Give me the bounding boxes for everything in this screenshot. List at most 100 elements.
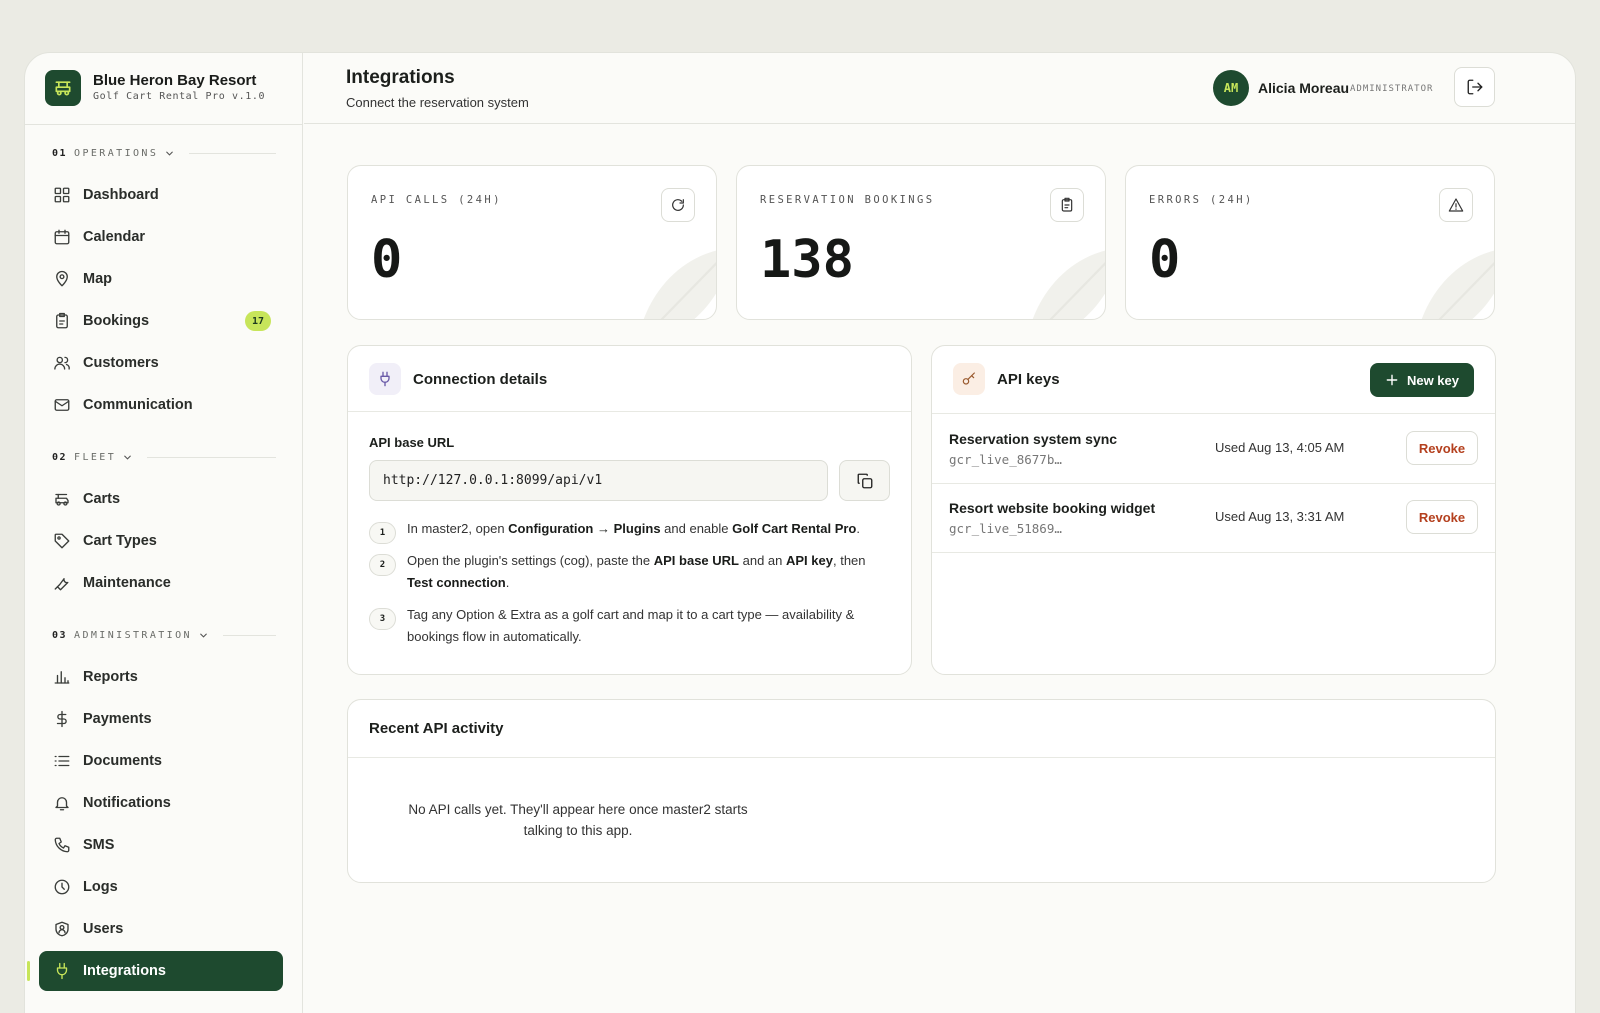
leaf-watermark [1421, 250, 1494, 319]
map-pin-icon [53, 270, 71, 288]
stat-label: ERRORS (24H) [1149, 194, 1254, 206]
sidebar-item-notifications[interactable]: Notifications [39, 783, 283, 823]
nav-section-fleet[interactable]: 02 FLEET [52, 450, 276, 464]
logout-icon [1466, 78, 1484, 96]
sidebar-item-label: SMS [83, 837, 115, 853]
section-label: ADMINISTRATION [74, 629, 192, 641]
step-text: Tag any Option & Extra as a golf cart an… [407, 604, 877, 648]
app-window: Blue Heron Bay Resort Golf Cart Rental P… [24, 52, 1576, 1013]
plug-icon [53, 962, 71, 980]
sidebar-item-label: Bookings [83, 313, 150, 329]
stat-value: 0 [371, 230, 403, 290]
sidebar-item-logs[interactable]: Logs [39, 867, 283, 907]
sidebar-item-label: Carts [83, 491, 121, 507]
copy-url-button[interactable] [839, 460, 890, 501]
step-text-part: Open the plugin's settings (cog), paste … [407, 553, 654, 568]
section-number: 03 [52, 629, 68, 641]
dashboard-icon [53, 186, 71, 204]
recent-activity-card: Recent API activity No API calls yet. Th… [347, 699, 1496, 883]
step-text-part: and an [739, 553, 786, 568]
sidebar-item-dashboard[interactable]: Dashboard [39, 175, 283, 215]
active-indicator [27, 961, 30, 981]
nav-section-operations[interactable]: 01 OPERATIONS [52, 146, 276, 160]
sidebar-item-users[interactable]: Users [39, 909, 283, 949]
api-key-row: Resort website booking widget gcr_live_51… [932, 483, 1495, 553]
step-text-part: , then [832, 553, 866, 568]
api-key-id: gcr_live_8677b… [949, 452, 1062, 467]
sidebar-item-label: Dashboard [83, 187, 159, 203]
sidebar-item-map[interactable]: Map [39, 259, 283, 299]
brand-name: Blue Heron Bay Resort [93, 72, 257, 89]
api-key-row: Reservation system sync gcr_live_8677b… Us… [932, 414, 1495, 484]
connection-card-title: Connection details [413, 371, 548, 388]
logout-button[interactable] [1454, 67, 1495, 107]
sidebar-item-reports[interactable]: Reports [39, 657, 283, 697]
step-number: 2 [369, 554, 396, 576]
sidebar-item-calendar[interactable]: Calendar [39, 217, 283, 257]
sidebar-item-label: Cart Types [83, 533, 157, 549]
empty-state-text: No API calls yet. They'll appear here on… [408, 802, 748, 838]
api-url-field[interactable]: http://127.0.0.1:8099/api/v1 [369, 460, 828, 501]
sidebar-item-label: Documents [83, 753, 162, 769]
sidebar-item-sms[interactable]: SMS [39, 825, 283, 865]
sidebar-item-label: Reports [83, 669, 138, 685]
calendar-icon [53, 228, 71, 246]
clipboard-icon [1050, 188, 1084, 222]
brand-subtitle: Golf Cart Rental Pro v.1.0 [93, 91, 266, 102]
section-number: 02 [52, 451, 68, 463]
sidebar-item-payments[interactable]: Payments [39, 699, 283, 739]
step-text-part: Tag any Option & Extra as a golf cart an… [407, 607, 855, 644]
user-role: ADMINISTRATOR [1350, 84, 1434, 94]
new-key-button[interactable]: New key [1370, 363, 1474, 397]
step-text: Open the plugin's settings (cog), paste … [407, 550, 877, 594]
sidebar-item-label: Logs [83, 879, 118, 895]
sidebar-item-integrations[interactable]: Integrations [39, 951, 283, 991]
list-icon [53, 752, 71, 770]
page-title: Integrations [346, 67, 455, 88]
sidebar-item-label: Map [83, 271, 112, 287]
step-text-part: API base URL [653, 553, 739, 568]
sidebar-item-maintenance[interactable]: Maintenance [39, 563, 283, 603]
step-text-part: Test connection [407, 575, 506, 590]
stat-card-api-calls: API CALLS (24H) 0 [347, 165, 717, 320]
step-text-part: . [856, 521, 861, 536]
activity-title: Recent API activity [369, 720, 504, 737]
section-label: FLEET [74, 451, 117, 463]
revoke-button[interactable]: Revoke [1406, 431, 1478, 465]
brand-header: Blue Heron Bay Resort Golf Cart Rental P… [25, 53, 302, 125]
sidebar-item-label: Integrations [83, 963, 166, 979]
warning-icon [1439, 188, 1473, 222]
sidebar-item-communication[interactable]: Communication [39, 385, 283, 425]
sidebar-item-bookings[interactable]: Bookings 17 [39, 301, 283, 341]
stat-value: 0 [1149, 230, 1181, 290]
page-subtitle: Connect the reservation system [346, 95, 529, 110]
api-key-name: Reservation system sync [949, 431, 1118, 447]
api-key-last-used: Used Aug 13, 4:05 AM [1215, 440, 1345, 455]
sidebar-item-documents[interactable]: Documents [39, 741, 283, 781]
tag-icon [53, 532, 71, 550]
revoke-button[interactable]: Revoke [1406, 500, 1478, 534]
stat-card-errors: ERRORS (24H) 0 [1125, 165, 1495, 320]
sidebar-item-label: Notifications [83, 795, 171, 811]
sidebar-item-label: Payments [83, 711, 152, 727]
chevron-down-icon [122, 452, 133, 463]
bar-chart-icon [53, 668, 71, 686]
stat-value: 138 [760, 230, 854, 290]
sidebar-item-cart-types[interactable]: Cart Types [39, 521, 283, 561]
user-name: Alicia Moreau [1258, 80, 1350, 96]
sidebar-item-label: Communication [83, 397, 193, 413]
nav-section-administration[interactable]: 03 ADMINISTRATION [52, 628, 276, 642]
api-keys-card: API keys New key Reservation system sync… [931, 345, 1496, 675]
sidebar-item-label: Users [83, 921, 124, 937]
shield-user-icon [53, 920, 71, 938]
stat-label: API CALLS (24H) [371, 194, 502, 206]
phone-icon [53, 836, 71, 854]
clock-icon [53, 878, 71, 896]
api-key-name: Resort website booking widget [949, 500, 1156, 516]
sidebar-item-customers[interactable]: Customers [39, 343, 283, 383]
api-keys-title: API keys [997, 371, 1060, 388]
plug-icon [369, 363, 401, 395]
sidebar-item-carts[interactable]: Carts [39, 479, 283, 519]
golf-cart-logo-icon [45, 70, 81, 106]
avatar[interactable]: AM [1213, 70, 1249, 106]
